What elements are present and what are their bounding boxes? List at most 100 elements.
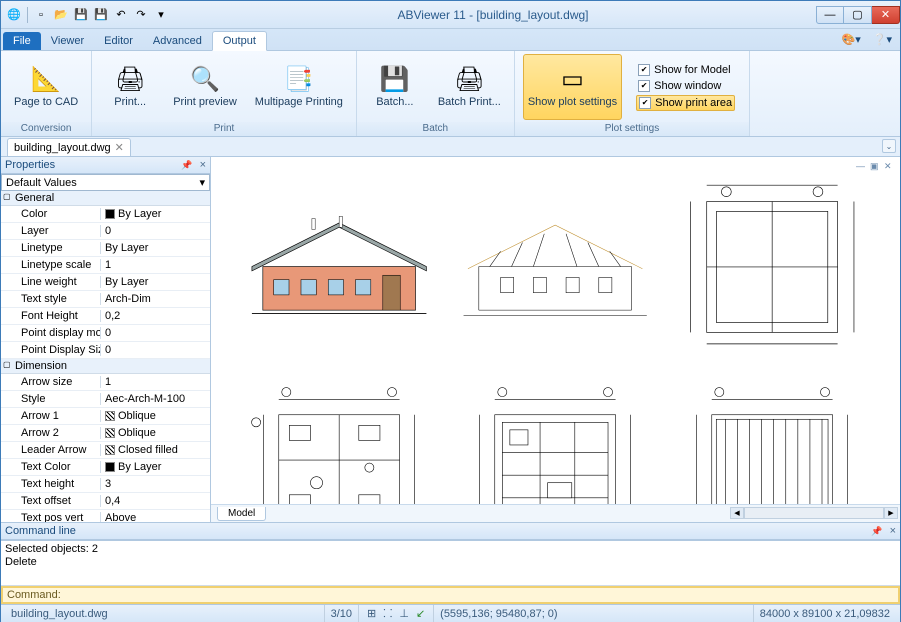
prop-value[interactable]: Closed filled <box>101 444 210 456</box>
prop-value[interactable]: 0 <box>101 225 210 237</box>
prop-row[interactable]: Arrow 2Oblique <box>1 425 210 442</box>
prop-row[interactable]: LinetypeBy Layer <box>1 240 210 257</box>
prop-row[interactable]: StyleAec-Arch-M-100 <box>1 391 210 408</box>
qat-dropdown-icon[interactable]: ▾ <box>152 6 170 24</box>
ribbon-tab-output[interactable]: Output <box>212 31 267 51</box>
show-plot-settings-button[interactable]: ▭Show plot settings <box>523 54 622 120</box>
app-icon[interactable]: 🌐 <box>5 6 23 24</box>
prop-row[interactable]: Text height3 <box>1 476 210 493</box>
dropdown-arrow-icon: ▾ <box>199 176 205 189</box>
prop-row[interactable]: Linetype scale1 <box>1 257 210 274</box>
prop-row[interactable]: Line weightBy Layer <box>1 274 210 291</box>
prop-row[interactable]: ColorBy Layer <box>1 206 210 223</box>
properties-grid[interactable]: GeneralColorBy LayerLayer0LinetypeBy Lay… <box>1 191 210 522</box>
ribbon-tab-editor[interactable]: Editor <box>94 32 143 50</box>
viewport-minimize-icon[interactable]: — <box>856 161 868 171</box>
viewport-close-icon[interactable]: ✕ <box>884 161 896 171</box>
prop-value[interactable]: By Layer <box>101 461 210 473</box>
prop-value[interactable]: 0,2 <box>101 310 210 322</box>
prop-row[interactable]: Arrow size1 <box>1 374 210 391</box>
document-tab-strip: building_layout.dwg ✕ ⌄ <box>1 137 900 157</box>
prop-row[interactable]: Text ColorBy Layer <box>1 459 210 476</box>
command-output[interactable]: Selected objects: 2 Delete <box>1 541 900 586</box>
save-icon[interactable]: 💾 <box>72 6 90 24</box>
show-for-model-label: Show for Model <box>654 64 730 76</box>
panel-close-icon[interactable]: × <box>890 525 896 537</box>
open-icon[interactable]: 📂 <box>52 6 70 24</box>
panel-close-icon[interactable]: × <box>200 159 206 171</box>
prop-value[interactable]: By Layer <box>101 208 210 220</box>
pin-icon[interactable]: 📌 <box>871 526 882 536</box>
prop-row[interactable]: Font Height0,2 <box>1 308 210 325</box>
prop-value[interactable]: Arch-Dim <box>101 293 210 305</box>
show-print-area-checkbox[interactable]: ✔Show print area <box>636 95 735 111</box>
scroll-left-icon[interactable]: ◀ <box>730 507 744 519</box>
prop-value[interactable]: 0,4 <box>101 495 210 507</box>
prop-row[interactable]: Layer0 <box>1 223 210 240</box>
new-icon[interactable]: ▫ <box>32 6 50 24</box>
maximize-button[interactable]: ▢ <box>844 6 872 24</box>
prop-row[interactable]: Point Display Siz0 <box>1 342 210 359</box>
prop-section-dimension[interactable]: Dimension <box>1 359 210 374</box>
prop-value[interactable]: 1 <box>101 259 210 271</box>
close-tab-icon[interactable]: ✕ <box>115 141 124 154</box>
batch-button[interactable]: 💾Batch... <box>365 54 425 120</box>
style-dropdown-icon[interactable]: 🎨▾ <box>838 31 865 48</box>
print-icon: 🖨 <box>115 65 145 94</box>
undo-icon[interactable]: ↶ <box>112 6 130 24</box>
prop-value[interactable]: Oblique <box>101 410 210 422</box>
status-polar-icon[interactable]: ↙ <box>416 607 425 620</box>
prop-row[interactable]: Text pos vertAbove <box>1 510 210 522</box>
status-snap-icon[interactable]: ⸬ <box>383 606 392 621</box>
print-button[interactable]: 🖨Print... <box>100 54 160 120</box>
minimize-button[interactable]: — <box>816 6 844 24</box>
prop-value[interactable]: 3 <box>101 478 210 490</box>
save-as-icon[interactable]: 💾 <box>92 6 110 24</box>
properties-selector-dropdown[interactable]: Default Values ▾ <box>1 174 210 191</box>
show-window-checkbox[interactable]: ✔Show window <box>636 79 735 93</box>
scroll-track[interactable] <box>744 507 884 519</box>
close-button[interactable]: ✕ <box>872 6 900 24</box>
batch-print-button[interactable]: 🖨Batch Print... <box>433 54 506 120</box>
prop-section-general[interactable]: General <box>1 191 210 206</box>
command-input[interactable]: Command: <box>1 586 900 604</box>
status-ortho-icon[interactable]: ⊥ <box>399 607 409 620</box>
color-swatch-icon <box>105 462 115 472</box>
page-to-cad-button[interactable]: 📐Page to CAD <box>9 54 83 120</box>
model-tab[interactable]: Model <box>217 507 266 521</box>
prop-row[interactable]: Text styleArch-Dim <box>1 291 210 308</box>
separator <box>27 7 28 23</box>
scroll-right-icon[interactable]: ▶ <box>884 507 898 519</box>
multipage-printing-button[interactable]: 📑Multipage Printing <box>250 54 348 120</box>
ribbon-tab-viewer[interactable]: Viewer <box>41 32 94 50</box>
ribbon-group-label: Plot settings <box>515 122 749 136</box>
prop-value[interactable]: Above <box>101 512 210 522</box>
prop-value[interactable]: 1 <box>101 376 210 388</box>
prop-row[interactable]: Leader ArrowClosed filled <box>1 442 210 459</box>
prop-value-text: 1 <box>105 259 111 271</box>
prop-value[interactable]: By Layer <box>101 242 210 254</box>
viewport-restore-icon[interactable]: ▣ <box>870 161 882 171</box>
prop-value[interactable]: 0 <box>101 327 210 339</box>
prop-row[interactable]: Arrow 1Oblique <box>1 408 210 425</box>
help-icon[interactable]: ❔▾ <box>869 31 896 48</box>
prop-row[interactable]: Text offset0,4 <box>1 493 210 510</box>
prop-value[interactable]: By Layer <box>101 276 210 288</box>
document-tab[interactable]: building_layout.dwg ✕ <box>7 138 131 156</box>
prop-key: Style <box>1 393 101 405</box>
status-grid-icon[interactable]: ⊞ <box>367 607 376 620</box>
prop-row[interactable]: Point display mo0 <box>1 325 210 342</box>
ribbon-tab-advanced[interactable]: Advanced <box>143 32 212 50</box>
drawing-viewport[interactable]: — ▣ ✕ <box>211 157 900 504</box>
multipage-printing-icon: 📑 <box>284 65 314 94</box>
prop-value[interactable]: Aec-Arch-M-100 <box>101 393 210 405</box>
doc-tabs-chevron[interactable]: ⌄ <box>882 139 896 153</box>
ribbon-tab-file[interactable]: File <box>3 32 41 50</box>
show-for-model-checkbox[interactable]: ✔Show for Model <box>636 63 735 77</box>
prop-value[interactable]: Oblique <box>101 427 210 439</box>
redo-icon[interactable]: ↷ <box>132 6 150 24</box>
prop-value[interactable]: 0 <box>101 344 210 356</box>
print-preview-button[interactable]: 🔍Print preview <box>168 54 242 120</box>
pin-icon[interactable]: 📌 <box>181 160 192 170</box>
horizontal-scrollbar[interactable]: ◀ ▶ <box>730 507 898 519</box>
